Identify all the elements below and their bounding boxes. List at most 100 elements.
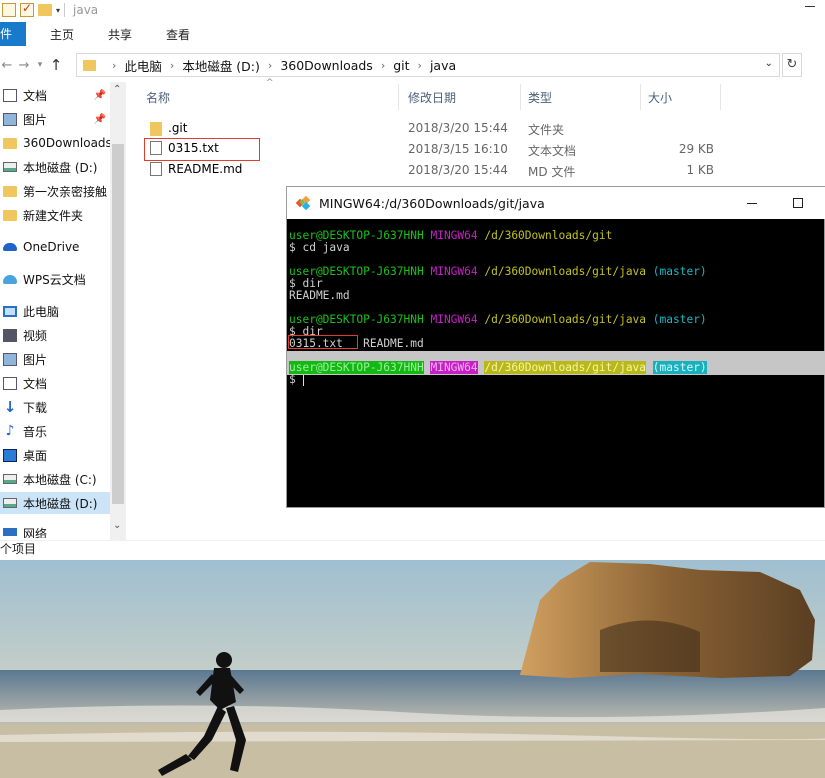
column-header-name[interactable]: 名称 [140, 84, 398, 112]
chevron-right-icon[interactable]: › [268, 59, 272, 72]
folder-icon [3, 185, 17, 197]
sidebar-item-label: 第一次亲密接触 [23, 184, 108, 199]
sidebar-item-label: 图片 [23, 352, 48, 367]
file-size: 29 KB [678, 142, 714, 156]
file-modified: 2018/3/20 15:44 [408, 163, 508, 177]
sidebar-item-this-pc[interactable]: 此电脑 [0, 300, 110, 322]
file-name: .git [168, 121, 188, 135]
sidebar-item-label: OneDrive [23, 240, 80, 254]
pin-icon[interactable]: 📌 [94, 114, 106, 125]
prompt-symbol: $ [289, 373, 296, 386]
sidebar-item-label: 本地磁盘 (D:) [23, 496, 98, 511]
file-row[interactable]: README.md 2018/3/20 15:44 MD 文件 1 KB [140, 159, 825, 180]
sidebar-item-label: 音乐 [23, 424, 48, 439]
chevron-right-icon[interactable]: › [381, 59, 385, 72]
up-arrow-icon[interactable]: ↑ [46, 56, 66, 74]
sidebar-item-360downloads[interactable]: 360Downloads [0, 132, 110, 154]
minimize-icon[interactable] [805, 6, 815, 7]
onedrive-icon [3, 243, 17, 251]
breadcrumb-java[interactable]: java [430, 58, 456, 73]
refresh-icon[interactable]: ↻ [782, 53, 802, 77]
tab-file[interactable]: 件 [0, 22, 26, 46]
tab-home[interactable]: 主页 [40, 26, 84, 43]
chevron-right-icon[interactable]: › [418, 59, 422, 72]
sidebar-item-network[interactable]: 网络 [0, 524, 110, 538]
prompt-path: /d/360Downloads/git/java [484, 313, 647, 326]
text-file-icon [150, 162, 162, 176]
sidebar-item-label: 图片 [23, 112, 48, 127]
chevron-up-icon[interactable]: ⌃ [113, 84, 121, 95]
column-divider[interactable] [520, 84, 521, 110]
new-folder-icon[interactable] [38, 4, 52, 16]
folder-icon [150, 122, 162, 136]
sidebar-item-onedrive[interactable]: OneDrive [0, 236, 110, 258]
sidebar-item-pictures-pinned[interactable]: 图片 📌 [0, 108, 110, 130]
tab-view[interactable]: 查看 [156, 26, 200, 43]
column-header-size[interactable]: 大小 [642, 84, 720, 112]
recent-dropdown-icon[interactable]: ▾ [34, 60, 46, 70]
maximize-icon[interactable] [793, 198, 803, 208]
minimize-icon[interactable] [747, 203, 757, 204]
column-header-type[interactable]: 类型 [522, 84, 638, 112]
sidebar-item-label: WPS云文档 [23, 272, 86, 287]
prompt-line: user@DESKTOP-J637HNH MINGW64 /d/360Downl… [289, 266, 824, 278]
column-header-modified[interactable]: 修改日期 [402, 84, 518, 112]
quick-access-dropdown-icon[interactable]: ▾ [56, 6, 60, 15]
video-icon [3, 328, 17, 342]
chevron-down-icon[interactable]: ⌄ [765, 58, 773, 69]
sidebar-item-desktop[interactable]: 桌面 [0, 444, 110, 466]
desktop-wallpaper [0, 560, 825, 778]
file-size: 1 KB [686, 163, 714, 177]
sidebar-item-music[interactable]: ♪ 音乐 [0, 420, 110, 442]
file-type: 文本文档 [528, 144, 577, 158]
checkmark-icon[interactable] [20, 1, 34, 17]
column-divider[interactable] [640, 84, 641, 110]
sidebar-item-label: 新建文件夹 [23, 208, 84, 223]
terminal-titlebar: MINGW64:/d/360Downloads/git/java [287, 187, 825, 219]
sidebar-item-wps-cloud[interactable]: WPS云文档 [0, 268, 110, 290]
pin-icon[interactable]: 📌 [94, 90, 106, 101]
forward-arrow-icon[interactable]: → [14, 58, 34, 73]
sidebar-item-drive-c[interactable]: 本地磁盘 (C:) [0, 468, 110, 490]
git-icon [295, 195, 311, 211]
navigation-scrollbar[interactable]: ⌃ ⌄ [110, 82, 126, 540]
column-divider[interactable] [398, 84, 399, 110]
navigation-bar: ← → ▾ ↑ › 此电脑 › 本地磁盘 (D:) › 360Downloads… [0, 50, 825, 80]
prompt-path: /d/360Downloads/git [484, 229, 613, 242]
back-arrow-icon[interactable]: ← [0, 58, 14, 73]
sidebar-item-drive-d[interactable]: 本地磁盘 (D:) [0, 492, 110, 514]
prompt-path: /d/360Downloads/git/java [484, 361, 647, 374]
scrollbar-thumb[interactable] [112, 144, 124, 504]
document-icon [3, 88, 17, 102]
sidebar-item-documents[interactable]: 文档 [0, 372, 110, 394]
file-row[interactable]: .git 2018/3/20 15:44 文件夹 [140, 117, 825, 138]
tab-share[interactable]: 共享 [98, 26, 142, 43]
network-icon [3, 528, 17, 536]
terminal-output[interactable]: user@DESKTOP-J637HNH MINGW64 /d/360Downl… [288, 229, 824, 386]
sidebar-item-folder-first-contact[interactable]: 第一次亲密接触 [0, 180, 110, 202]
sidebar-item-videos[interactable]: 视频 [0, 324, 110, 346]
sidebar-item-drive-d-quick[interactable]: 本地磁盘 (D:) [0, 156, 110, 178]
desktop-icon [3, 448, 17, 462]
breadcrumb-this-pc[interactable]: 此电脑 [124, 56, 162, 75]
file-name: README.md [168, 162, 243, 176]
wps-cloud-icon [3, 274, 17, 284]
chevron-right-icon[interactable]: › [170, 59, 174, 72]
properties-icon[interactable] [2, 3, 16, 17]
chevron-right-icon[interactable]: › [112, 59, 116, 72]
address-bar[interactable]: › 此电脑 › 本地磁盘 (D:) › 360Downloads › git ›… [76, 53, 780, 77]
sidebar-item-pictures[interactable]: 图片 [0, 348, 110, 370]
prompt-branch: (master) [652, 361, 707, 374]
sidebar-item-downloads[interactable]: ↓ 下载 [0, 396, 110, 418]
breadcrumb-360downloads[interactable]: 360Downloads [280, 58, 373, 73]
column-divider[interactable] [720, 84, 721, 110]
sidebar-item-documents-pinned[interactable]: 文档 📌 [0, 84, 110, 106]
breadcrumb-drive-d[interactable]: 本地磁盘 (D:) [182, 56, 260, 75]
explorer-titlebar: ▾ java [0, 0, 825, 20]
sidebar-item-label: 本地磁盘 (D:) [23, 160, 98, 175]
sidebar-item-label: 360Downloads [23, 136, 110, 150]
sidebar-item-new-folder[interactable]: 新建文件夹 [0, 204, 110, 226]
breadcrumb-git[interactable]: git [393, 58, 409, 73]
highlight-box [144, 138, 260, 161]
chevron-down-icon[interactable]: ⌄ [113, 520, 121, 531]
